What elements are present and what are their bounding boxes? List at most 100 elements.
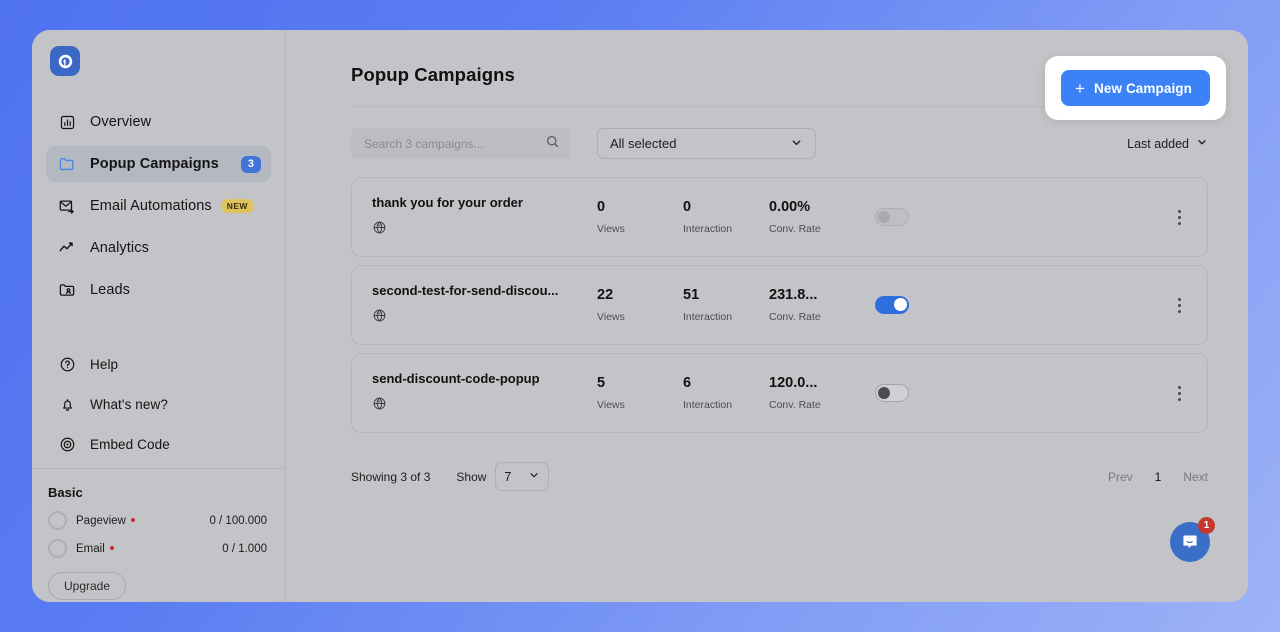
- row-actions-menu[interactable]: [1169, 204, 1189, 230]
- quota-name-text: Pageview: [76, 514, 126, 527]
- secondary-navigation: Help What's new? Embed Code: [32, 348, 285, 468]
- sidebar-campaign-count-badge: 3: [240, 155, 261, 173]
- chat-widget: 1: [1170, 517, 1215, 562]
- conversion-rate-value: 120.0...: [769, 375, 818, 391]
- logo-container: [32, 30, 285, 76]
- quota-label: Email: [76, 543, 114, 555]
- sidebar-item-overview[interactable]: Overview: [46, 104, 271, 140]
- progress-ring-icon: [48, 539, 67, 558]
- page-title: Popup Campaigns: [351, 64, 515, 85]
- new-campaign-button[interactable]: + New Campaign: [1061, 70, 1210, 106]
- search-input[interactable]: [364, 136, 545, 151]
- main-content: Popup Campaigns + New Campaign Search 3 …: [286, 30, 1248, 602]
- table-row[interactable]: second-test-for-send-discou... 22 Views: [351, 265, 1208, 345]
- sidebar-item-analytics[interactable]: Analytics: [46, 230, 271, 266]
- conversion-rate-value: 231.8...: [769, 287, 818, 303]
- new-campaign-label: New Campaign: [1094, 80, 1192, 96]
- sidebar-item-email-automations[interactable]: Email Automations NEW: [46, 188, 271, 224]
- app-window: Overview Popup Campaigns 3 Email Automat…: [32, 30, 1248, 602]
- plan-usage-panel: Basic Pageview 0 / 100.000 Email 0 / 1.0…: [32, 469, 285, 602]
- conversion-rate-label: Conv. Rate: [769, 311, 821, 323]
- quota-name-text: Email: [76, 542, 105, 555]
- conversion-rate-cell: 120.0... Conv. Rate: [769, 375, 863, 411]
- quota-label: Pageview: [76, 515, 135, 527]
- chevron-down-icon: [790, 136, 803, 152]
- chevron-down-icon: [1196, 136, 1208, 151]
- search-icon[interactable]: [545, 134, 560, 154]
- sidebar-item-label: Popup Campaigns: [90, 156, 219, 172]
- logo-glyph: [58, 54, 72, 68]
- quota-value: 0 / 100.000: [209, 514, 267, 527]
- campaign-name: thank you for your order: [372, 194, 523, 210]
- broadcast-icon: [56, 433, 78, 455]
- sidebar-item-label: Help: [90, 356, 119, 372]
- views-value: 5: [597, 375, 606, 391]
- sidebar-item-label: Leads: [90, 282, 131, 298]
- plus-icon: +: [1075, 78, 1086, 98]
- status-dot-icon: [130, 518, 135, 523]
- interaction-cell: 51 Interaction: [683, 287, 769, 323]
- sidebar-item-label: Email Automations: [90, 198, 212, 214]
- sidebar-item-popup-campaigns[interactable]: Popup Campaigns 3: [46, 146, 271, 182]
- primary-navigation: Overview Popup Campaigns 3 Email Automat…: [32, 104, 285, 314]
- showing-count: Showing 3 of 3: [351, 469, 431, 484]
- contact-card-icon: [56, 279, 78, 301]
- page-size-value: 7: [504, 469, 512, 484]
- pagination-next[interactable]: Next: [1183, 470, 1208, 484]
- folder-icon: [56, 153, 78, 175]
- campaign-name: send-discount-code-popup: [372, 370, 540, 386]
- sidebar-item-embed-code[interactable]: Embed Code: [46, 428, 271, 460]
- campaign-name: second-test-for-send-discou...: [372, 282, 559, 298]
- interaction-cell: 6 Interaction: [683, 375, 769, 411]
- sidebar-item-label: Overview: [90, 114, 152, 130]
- conversion-rate-label: Conv. Rate: [769, 223, 821, 235]
- sidebar: Overview Popup Campaigns 3 Email Automat…: [32, 30, 286, 602]
- search-container[interactable]: [351, 128, 570, 159]
- sidebar-item-label: Embed Code: [90, 436, 170, 452]
- plan-title: Basic: [48, 485, 83, 500]
- interaction-label: Interaction: [683, 223, 733, 235]
- globe-icon: [372, 220, 387, 239]
- views-value: 0: [597, 199, 606, 215]
- campaign-status-toggle[interactable]: [875, 208, 909, 226]
- progress-ring-icon: [48, 511, 67, 530]
- popupsmart-logo[interactable]: [50, 46, 80, 76]
- pagination: Prev 1 Next: [1086, 470, 1208, 484]
- conversion-rate-cell: 0.00% Conv. Rate: [769, 199, 863, 235]
- chat-unread-badge: 1: [1198, 517, 1215, 534]
- quota-value: 0 / 1.000: [222, 542, 267, 555]
- sort-dropdown[interactable]: Last added: [1127, 136, 1208, 151]
- status-filter-value: All selected: [610, 136, 677, 151]
- globe-icon: [372, 396, 387, 415]
- views-cell: 22 Views: [597, 287, 683, 323]
- pagination-prev[interactable]: Prev: [1108, 470, 1133, 484]
- sidebar-item-whats-new[interactable]: What's new?: [46, 388, 271, 420]
- status-filter-select[interactable]: All selected: [597, 128, 816, 159]
- campaign-status-toggle[interactable]: [875, 296, 909, 314]
- question-circle-icon: [56, 353, 78, 375]
- campaign-status-toggle[interactable]: [875, 384, 909, 402]
- views-cell: 5 Views: [597, 375, 683, 411]
- row-actions-menu[interactable]: [1169, 380, 1189, 406]
- views-label: Views: [597, 311, 625, 323]
- interaction-label: Interaction: [683, 311, 733, 323]
- new-campaign-spotlight: + New Campaign: [1045, 56, 1226, 120]
- conversion-rate-cell: 231.8... Conv. Rate: [769, 287, 863, 323]
- conversion-rate-value: 0.00%: [769, 199, 811, 215]
- chat-glyph: [1183, 535, 1197, 549]
- interaction-cell: 0 Interaction: [683, 199, 769, 235]
- sidebar-item-help[interactable]: Help: [46, 348, 271, 380]
- page-size-label: Show: [456, 469, 487, 484]
- table-row[interactable]: thank you for your order 0 Views 0 Inter…: [351, 177, 1208, 257]
- chevron-down-icon: [528, 469, 540, 484]
- row-actions-menu[interactable]: [1169, 292, 1189, 318]
- upgrade-button[interactable]: Upgrade: [48, 572, 127, 600]
- sidebar-item-leads[interactable]: Leads: [46, 272, 271, 308]
- table-row[interactable]: send-discount-code-popup 5 Views 6 Inter…: [351, 353, 1208, 433]
- campaign-name-cell: second-test-for-send-discou...: [372, 283, 597, 328]
- list-footer: Showing 3 of 3 Show 7 Prev 1 Next: [286, 441, 1248, 491]
- pagination-page-1[interactable]: 1: [1155, 470, 1162, 484]
- line-chart-icon: [56, 237, 78, 259]
- page-size-select[interactable]: 7: [495, 462, 550, 491]
- sidebar-item-label: Analytics: [90, 240, 149, 256]
